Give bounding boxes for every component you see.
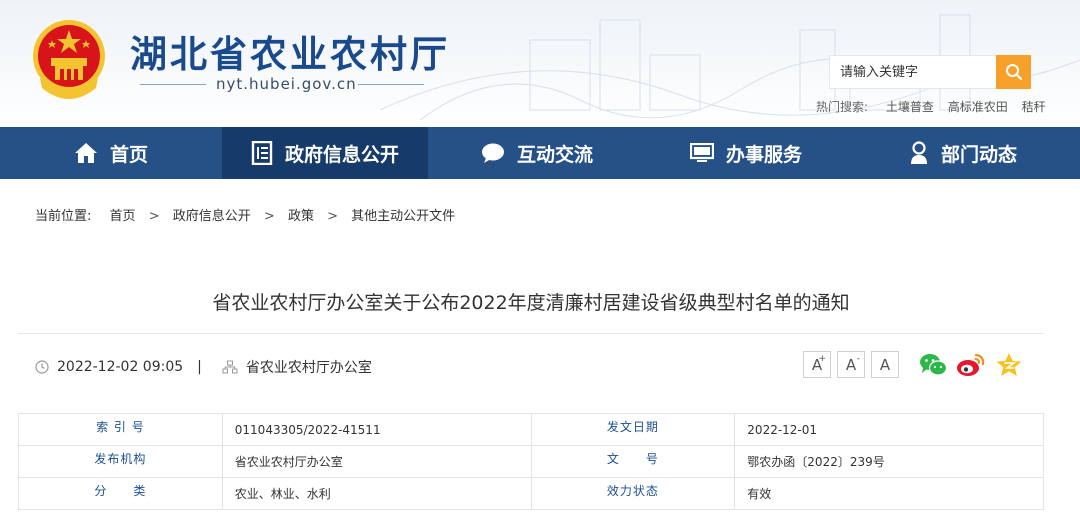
article-meta: 2022-12-02 09:05 | 省农业农村厅办公室 bbox=[35, 357, 372, 377]
info-value: 011043305/2022-41511 bbox=[221, 413, 532, 446]
info-value: 农业、林业、水利 bbox=[221, 477, 532, 510]
nav-department-news[interactable]: 部门动态 bbox=[846, 127, 1080, 179]
document-icon bbox=[251, 141, 273, 165]
hot-search-label: 热门搜索: bbox=[816, 100, 869, 114]
domain-text: nyt.hubei.gov.cn bbox=[216, 75, 357, 93]
site-header: 湖北省农业农村厅 nyt.hubei.gov.cn 热门搜索: 土壤普查 高标准… bbox=[0, 0, 1080, 127]
nav-label: 首页 bbox=[109, 143, 148, 166]
info-key: 效力状态 bbox=[530, 477, 736, 510]
nav-label: 办事服务 bbox=[725, 143, 802, 166]
breadcrumb: 当前位置: 首页 > 政府信息公开 > 政策 > 其他主动公开文件 bbox=[35, 205, 455, 224]
font-increase-button[interactable]: A + bbox=[803, 351, 831, 378]
breadcrumb-separator: > bbox=[148, 209, 160, 224]
hot-search-term[interactable]: 高标准农田 bbox=[948, 100, 1008, 114]
search-icon bbox=[1005, 64, 1022, 81]
info-value: 2022-12-01 bbox=[734, 413, 1044, 446]
breadcrumb-link[interactable]: 首页 bbox=[110, 209, 136, 224]
home-icon bbox=[74, 142, 98, 164]
wechat-icon bbox=[920, 354, 947, 376]
info-value: 省农业农村厅办公室 bbox=[221, 445, 532, 478]
nav-interaction[interactable]: 互动交流 bbox=[428, 127, 646, 179]
info-value: 鄂农办函〔2022〕239号 bbox=[734, 445, 1044, 478]
font-size-controls: A + A- A bbox=[803, 351, 905, 378]
table-row: 索 引 号 011043305/2022-41511 发文日期 2022-12-… bbox=[18, 413, 1044, 446]
site-title[interactable]: 湖北省农业农村厅 bbox=[130, 24, 450, 78]
breadcrumb-link[interactable]: 其他主动公开文件 bbox=[351, 209, 455, 224]
font-decrease-button[interactable]: A- bbox=[837, 351, 865, 378]
meta-divider: | bbox=[197, 359, 202, 375]
breadcrumb-separator: > bbox=[327, 209, 338, 224]
nav-label: 政府信息公开 bbox=[284, 143, 399, 166]
info-value: 有效 bbox=[734, 477, 1044, 510]
hot-searches: 热门搜索: 土壤普查 高标准农田 秸秆 bbox=[816, 98, 1056, 115]
info-key: 文 号 bbox=[530, 445, 736, 478]
search-box bbox=[829, 55, 1031, 89]
info-key: 发文日期 bbox=[530, 413, 736, 446]
font-reset-button[interactable]: A bbox=[871, 351, 899, 378]
main-nav: 首页 政府信息公开 互动交流 办事服务 部门动态 bbox=[0, 127, 1080, 179]
publish-datetime: 2022-12-02 09:05 bbox=[57, 359, 184, 375]
nav-label: 部门动态 bbox=[940, 143, 1017, 166]
clock-icon bbox=[35, 360, 49, 374]
national-emblem-icon bbox=[33, 20, 105, 99]
breadcrumb-link[interactable]: 政策 bbox=[288, 209, 314, 224]
breadcrumb-link[interactable]: 政府信息公开 bbox=[173, 209, 251, 224]
breadcrumb-prefix: 当前位置: bbox=[35, 209, 92, 224]
table-row: 分 类 农业、林业、水利 效力状态 有效 bbox=[18, 477, 1044, 510]
info-key: 分 类 bbox=[18, 477, 223, 510]
title-divider bbox=[18, 333, 1044, 334]
domain-rule-right bbox=[358, 84, 424, 85]
article-title: 省农业农村厅办公室关于公布2022年度清廉村居建设省级典型村名单的通知 bbox=[212, 292, 850, 314]
wechat-share-button[interactable] bbox=[918, 350, 948, 380]
site-domain: nyt.hubei.gov.cn bbox=[130, 74, 440, 94]
nav-label: 互动交流 bbox=[516, 143, 593, 166]
info-key: 发布机构 bbox=[18, 445, 223, 478]
nav-home[interactable]: 首页 bbox=[0, 127, 222, 179]
monitor-icon bbox=[689, 143, 714, 163]
domain-rule-left bbox=[140, 84, 206, 85]
qzone-icon bbox=[996, 353, 1022, 376]
search-button[interactable] bbox=[996, 55, 1031, 89]
nav-gov-info[interactable]: 政府信息公开 bbox=[222, 127, 428, 179]
hot-search-term[interactable]: 秸秆 bbox=[1022, 100, 1046, 114]
publish-source: 省农业农村厅办公室 bbox=[245, 360, 372, 376]
organization-icon bbox=[222, 360, 238, 374]
weibo-share-button[interactable] bbox=[956, 350, 986, 380]
hot-search-term[interactable]: 土壤普查 bbox=[886, 100, 934, 114]
table-row: 发布机构 省农业农村厅办公室 文 号 鄂农办函〔2022〕239号 bbox=[18, 445, 1044, 478]
breadcrumb-separator: > bbox=[263, 209, 275, 224]
chat-bubble-icon bbox=[481, 142, 505, 164]
qzone-share-button[interactable] bbox=[994, 350, 1024, 380]
nav-services[interactable]: 办事服务 bbox=[646, 127, 846, 179]
search-input[interactable] bbox=[830, 56, 997, 88]
info-key: 索 引 号 bbox=[18, 413, 223, 446]
document-info-table: 索 引 号 011043305/2022-41511 发文日期 2022-12-… bbox=[18, 413, 1044, 510]
weibo-icon bbox=[957, 353, 985, 376]
person-icon bbox=[909, 141, 929, 165]
share-bar bbox=[918, 350, 1032, 380]
